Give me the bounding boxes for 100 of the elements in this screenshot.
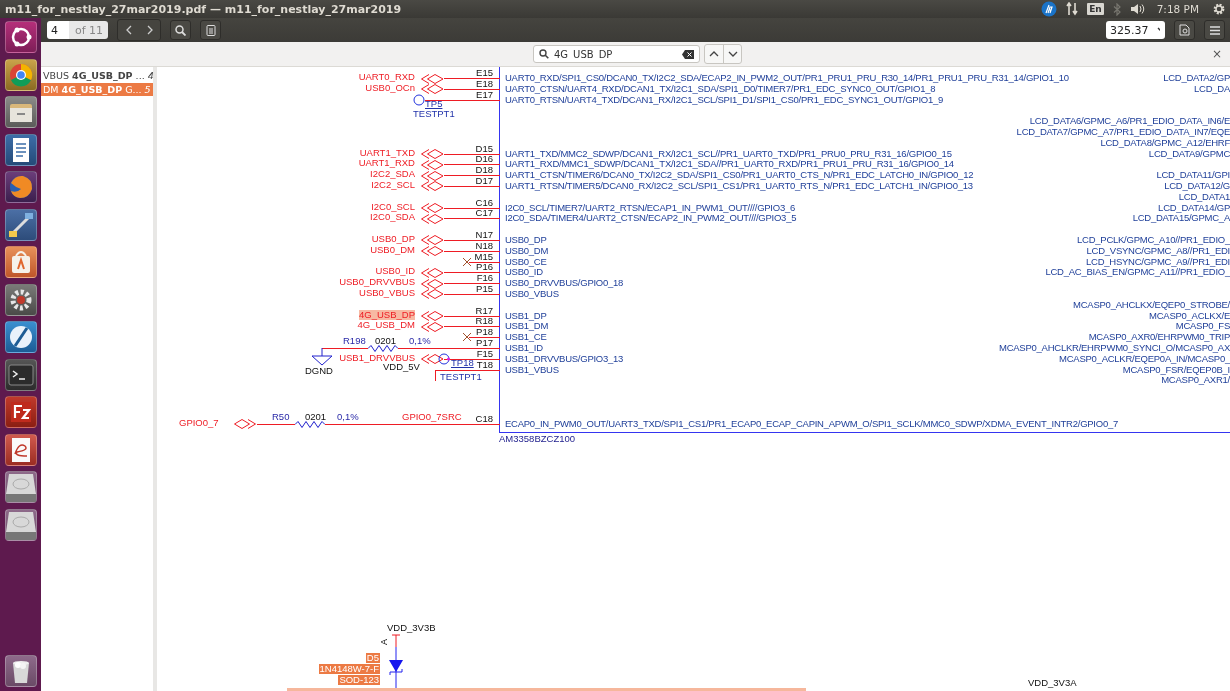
net-label: I2C2_SDA (370, 169, 415, 180)
wire (322, 347, 368, 349)
settings-icon[interactable] (1212, 2, 1226, 16)
net-label: I2C0_SDA (370, 212, 415, 223)
launcher-button[interactable] (4, 133, 37, 166)
pin-number: F15 (476, 349, 493, 358)
pin-name: MCASP0_AXR0/EHRPWM0_TRIP (1087, 331, 1230, 342)
keyboard-layout-indicator[interactable]: En (1087, 3, 1104, 15)
launcher-button[interactable] (4, 471, 37, 503)
document-search-icon (1179, 24, 1190, 36)
pin-name: LCD_DATA15/GPMC_A (1131, 212, 1230, 224)
wire (444, 283, 500, 285)
pin-name: USB1_VBUS (504, 363, 559, 375)
pin-name: USB1_DP (504, 309, 547, 321)
launcher-button[interactable] (4, 58, 37, 91)
test-point-type: TESTPT1 (413, 108, 455, 119)
net-label: I2C0_SCL (371, 201, 415, 212)
launcher-button[interactable] (4, 283, 37, 316)
pin-label: A (379, 639, 389, 645)
pin-name: ECAP0_IN_PWM0_OUT/UART3_TXD/SPI1_CS1/PR1_ECAP0_ECAP_CAPIN_APWM_O/SPI1_SCLK/MMC0_SDWP/XDMA_EVENT_INTR2/GPIO0_7 (504, 417, 1118, 429)
port-symbol (420, 213, 445, 224)
test-point-label: TP5 (425, 98, 443, 109)
pin-name: UART0_RXD/SPI1_CS0/DCAN0_TX/I2C2_SDA/ECAP2_IN_PWM2_OUT/PR1_PRU1_PRU_R30_14/PR1_PRU1_PRU_R31_14/GPIO1_10 (504, 72, 1069, 83)
search-field[interactable]: 4G_USB_DP (533, 45, 700, 63)
wire (444, 88, 500, 90)
pin-name: USB1_CE (504, 331, 547, 342)
pin-number: D16 (475, 155, 493, 164)
pin-name: LCD_DATA1 (1178, 190, 1230, 202)
port-symbol (420, 246, 445, 257)
wire (444, 250, 500, 252)
bluetooth-icon[interactable] (1112, 2, 1121, 16)
pin-name: LCD_DATA8/GPMC_A12/EHRF (1100, 136, 1230, 148)
result-text: DM 4G_USB_DP G... (43, 84, 142, 95)
pin-number: R18 (475, 317, 493, 326)
pin-number: C17 (475, 209, 493, 218)
launcher-button[interactable] (4, 246, 37, 278)
wire (444, 272, 500, 274)
net-label: UART1_TXD (359, 147, 415, 158)
pin-name: I2C0_SDA/TIMER4/UART2_CTSN/ECAP2_IN_PWM2_OUT////GPIO3_5 (504, 212, 797, 224)
network-arrows-icon[interactable] (1066, 2, 1079, 16)
pin-name: LCD_VSYNC/GPMC_A8//PR1_EDI (1086, 244, 1230, 256)
launcher-button[interactable] (4, 655, 37, 687)
pin-name: UART0_CTSN/UART4_RXD/DCAN1_TX/I2C1_SDA/SPI1_D0/TIMER7/PR1_EDC_SYNC0_OUT/GPIO1_8 (504, 82, 936, 94)
chevron-left-icon (125, 25, 132, 35)
part-number: AM3358BZCZ100 (499, 433, 576, 444)
wire (444, 175, 500, 177)
properties-button[interactable] (1174, 20, 1195, 40)
pin-name: MCASP0_ACLKR/EQEP0A_IN/MCASP0_ (1059, 352, 1230, 364)
launcher-button[interactable] (4, 433, 37, 466)
diode-symbol (386, 634, 406, 691)
port-symbol (420, 181, 445, 192)
launcher-button[interactable] (4, 21, 37, 53)
resistor-symbol (295, 420, 325, 428)
port-symbol (420, 203, 445, 214)
signal-label: GPIO0_7SRC (402, 411, 462, 422)
clock-text[interactable]: 7:18 PM (1156, 3, 1199, 15)
zoom-dropdown[interactable]: 325.37 (1106, 21, 1165, 39)
pin-number: C18 (475, 414, 493, 423)
launcher-button[interactable] (4, 508, 37, 541)
search-result-item[interactable]: VBUS 4G_USB_DP ... 4 (41, 69, 153, 82)
resistor-label: R50 (272, 411, 290, 422)
volume-icon[interactable] (1129, 3, 1146, 15)
package-label: 0201 (375, 335, 397, 346)
search-icon (175, 24, 187, 36)
no-connect-mark (463, 257, 471, 266)
diode-part-number: 1N4148W-7-F (318, 664, 380, 674)
launcher-button[interactable] (4, 171, 37, 203)
net-label: USB0_DP (371, 233, 415, 244)
pin-number: E15 (476, 69, 493, 77)
page-number-field[interactable]: 4 (47, 21, 69, 39)
close-button[interactable]: × (1211, 47, 1222, 61)
menu-button[interactable] (1204, 20, 1225, 40)
launcher-button[interactable] (4, 96, 37, 128)
pin-name: LCD_HSYNC/GPMC_A9//PR1_EDI (1085, 255, 1230, 267)
net-label: USB0_OCn (365, 82, 415, 93)
pin-name: LCD_DATA9/GPMC (1148, 147, 1230, 159)
pin-name: USB1_DM (504, 320, 549, 332)
pin-name: UART1_TXD/MMC2_SDWP/DCAN1_RX/I2C1_SCL//PR1_UART0_TXD/PR1_PRU0_PRU_R31_16/GPIO0_15 (504, 147, 952, 159)
pin-name: LCD_PCLK/GPMC_A10//PR1_EDIO_ (1076, 233, 1230, 245)
pin-number: P16 (476, 263, 493, 272)
port-symbol (420, 170, 445, 181)
net-label: USB0_DM (370, 244, 415, 255)
launcher-button[interactable] (4, 358, 37, 391)
result-text: VBUS 4G_USB_DP ... (43, 70, 145, 81)
net-label: UART1_RXD (358, 158, 415, 169)
annotations-button[interactable] (200, 20, 222, 40)
package-label: 0201 (305, 411, 327, 422)
clear-icon[interactable] (682, 49, 694, 59)
pin-name: LCD_AC_BIAS_EN/GPMC_A11//PR1_EDIO_ (1044, 266, 1230, 278)
pin-name: UART1_RXD/MMC1_SDWP/DCAN1_TX/I2C1_SDA//PR1_UART0_RXD/PR1_PRU1_PRU_R31_16/GPIO0_14 (504, 158, 954, 170)
search-button[interactable] (170, 20, 192, 40)
window-title: m11_for_nestlay_27mar2019.pdf — m11_for_nestlay_27mar2019 (5, 2, 403, 16)
ground-symbol (311, 347, 333, 366)
search-icon (539, 49, 549, 59)
pin-number: P17 (476, 338, 493, 347)
pin-name: USB0_VBUS (504, 287, 559, 299)
port-symbol (420, 159, 445, 170)
net-label: 4G_USB_DP (359, 309, 415, 320)
launcher-button[interactable] (4, 396, 37, 428)
menu-icon (1209, 25, 1220, 35)
